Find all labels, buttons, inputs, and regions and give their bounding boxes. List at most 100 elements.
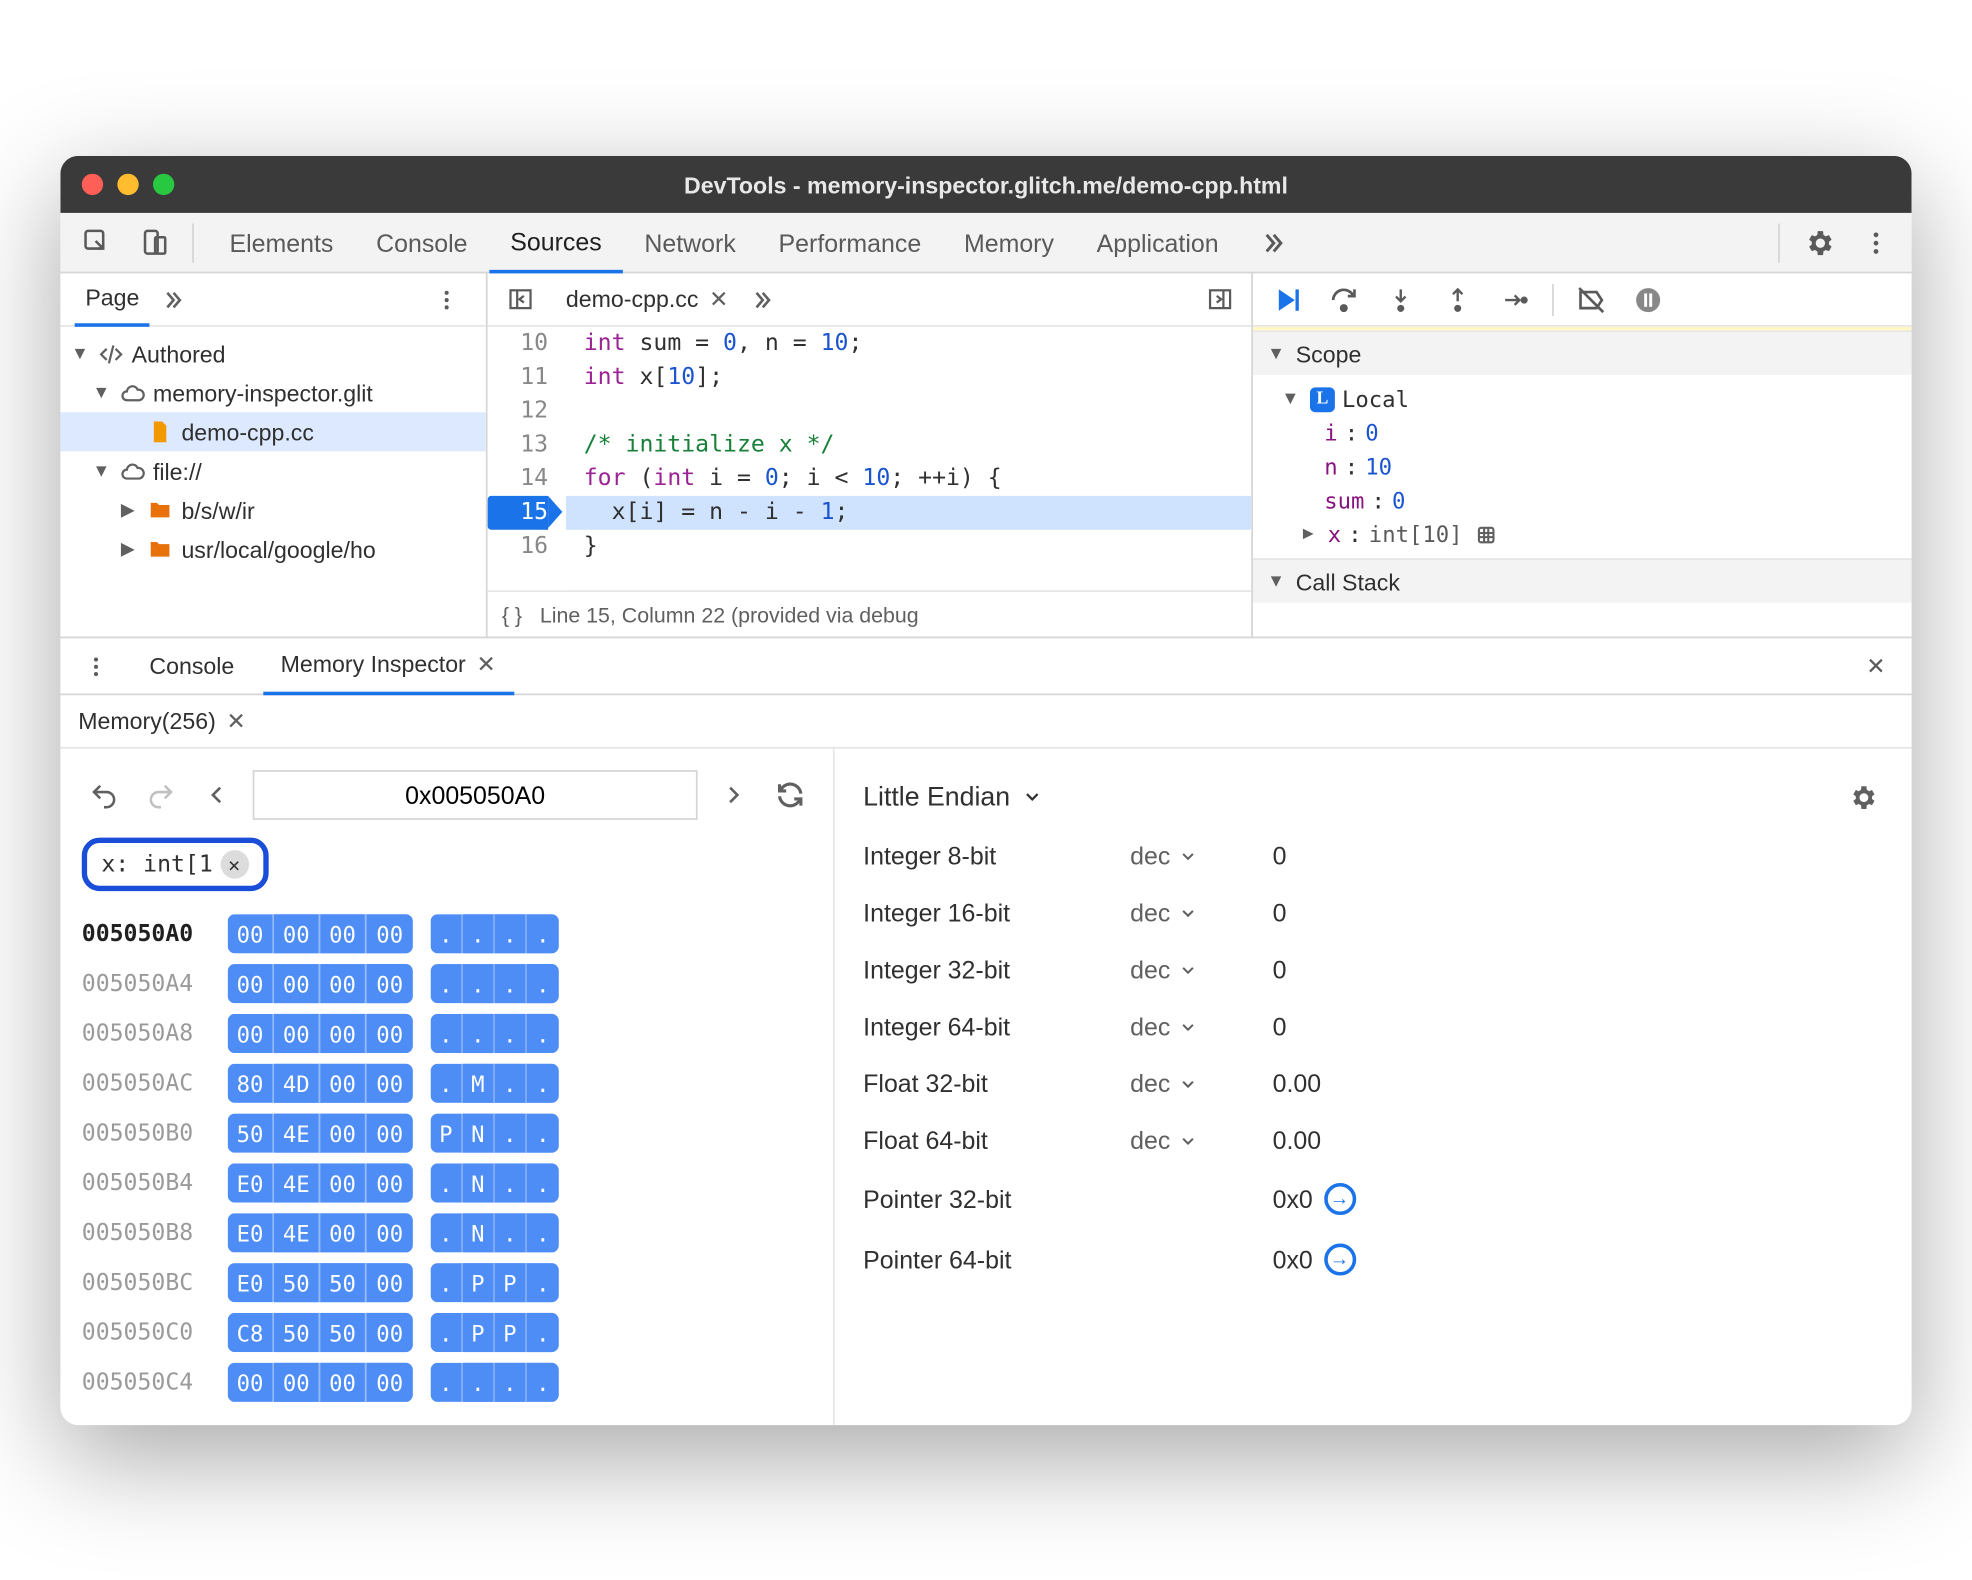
more-tabs-icon[interactable] [750,286,775,311]
hex-byte[interactable]: 00 [320,1362,366,1401]
kebab-menu-icon[interactable] [71,640,121,690]
ascii-byte[interactable]: P [495,1263,527,1302]
value-mode-select[interactable]: dec [1130,955,1272,983]
hex-row[interactable]: 005050B4E04E0000.N.. [82,1158,812,1208]
hex-byte[interactable]: 4E [274,1113,320,1152]
tab-performance[interactable]: Performance [757,212,942,273]
value-mode-select[interactable]: dec [1130,1012,1272,1040]
value-mode-select[interactable]: dec [1130,1126,1272,1154]
window-close-icon[interactable] [82,173,103,194]
hex-row[interactable]: 005050C400000000.... [82,1357,812,1407]
tab-network[interactable]: Network [623,212,757,273]
prev-page-icon[interactable] [196,773,239,816]
device-toggle-icon[interactable] [128,217,178,267]
ascii-byte[interactable]: . [527,914,559,953]
toggle-navigator-icon[interactable] [495,274,545,324]
callstack-header[interactable]: ▼Call Stack [1253,559,1912,602]
hex-byte[interactable]: 00 [274,1013,320,1052]
ascii-byte[interactable]: . [495,1163,527,1202]
next-page-icon[interactable] [712,773,755,816]
drawer-tab-console[interactable]: Console [132,637,253,694]
hex-byte[interactable]: 00 [320,1013,366,1052]
ascii-byte[interactable]: . [431,1063,463,1102]
ascii-byte[interactable]: . [431,1263,463,1302]
scope-row[interactable]: i: 0 [1285,415,1897,449]
undo-icon[interactable] [82,773,125,816]
refresh-icon[interactable] [769,773,812,816]
step-over-icon[interactable] [1324,279,1363,318]
kebab-menu-icon[interactable] [1851,217,1901,267]
ascii-byte[interactable]: . [527,1362,559,1401]
tab-memory[interactable]: Memory [943,212,1076,273]
ascii-byte[interactable]: . [527,1312,559,1351]
window-minimize-icon[interactable] [117,173,138,194]
tab-elements[interactable]: Elements [208,212,355,273]
code-editor[interactable]: 10 11 12 13 14 15 16 int sum = 0, n = 10… [488,326,1252,589]
close-icon[interactable]: ✕ [226,706,245,734]
ascii-byte[interactable]: . [527,1113,559,1152]
value-mode-select[interactable]: dec [1130,1069,1272,1097]
address-input[interactable] [253,770,698,820]
hex-byte[interactable]: 00 [274,964,320,1003]
hex-byte[interactable]: 00 [320,914,366,953]
ascii-byte[interactable]: P [431,1113,463,1152]
endianness-select[interactable]: Little Endian [863,781,1042,811]
inspect-icon[interactable] [71,217,121,267]
hex-byte[interactable]: 00 [274,914,320,953]
more-tabs-icon[interactable] [161,286,186,311]
hex-byte[interactable]: 50 [320,1312,366,1351]
tree-row-folder[interactable]: ▶ usr/local/google/ho [60,529,485,568]
ascii-byte[interactable]: P [463,1312,495,1351]
value-mode-select[interactable]: dec [1130,841,1272,869]
hex-byte[interactable]: 00 [367,1213,413,1252]
ascii-byte[interactable]: . [495,914,527,953]
drawer-tab-memory-inspector[interactable]: Memory Inspector ✕ [263,637,514,694]
hex-byte[interactable]: 00 [367,1063,413,1102]
ascii-byte[interactable]: . [527,1163,559,1202]
hex-byte[interactable]: 4D [274,1063,320,1102]
step-into-icon[interactable] [1381,279,1420,318]
hex-byte[interactable]: 00 [367,1163,413,1202]
resume-icon[interactable] [1267,279,1306,318]
toggle-debugger-icon[interactable] [1194,274,1244,324]
hex-row[interactable]: 005050C0C8505000.PP. [82,1307,812,1357]
memory-buffer-tab[interactable]: Memory(256) [78,707,216,734]
hex-byte[interactable]: 50 [274,1263,320,1302]
hex-row[interactable]: 005050B0504E0000PN.. [82,1108,812,1158]
memory-icon[interactable] [1473,521,1498,546]
ascii-byte[interactable]: P [463,1263,495,1302]
ascii-byte[interactable]: . [431,1213,463,1252]
hex-byte[interactable]: 00 [320,1113,366,1152]
navigator-tab-page[interactable]: Page [75,273,150,326]
hex-byte[interactable]: 00 [367,1263,413,1302]
hex-byte[interactable]: 00 [228,964,274,1003]
hex-byte[interactable]: 00 [228,1013,274,1052]
ascii-byte[interactable]: . [495,964,527,1003]
hex-byte[interactable]: 50 [320,1263,366,1302]
ascii-byte[interactable]: . [527,1013,559,1052]
redo-icon[interactable] [139,773,182,816]
pretty-print-icon[interactable]: { } [502,601,522,626]
hex-byte[interactable]: 00 [228,914,274,953]
scope-row[interactable]: sum: 0 [1285,483,1897,517]
ascii-byte[interactable]: N [463,1163,495,1202]
hex-row[interactable]: 005050B8E04E0000.N.. [82,1207,812,1257]
ascii-byte[interactable]: . [463,1362,495,1401]
ascii-byte[interactable]: . [431,1163,463,1202]
close-icon[interactable]: ✕ [1851,640,1901,690]
jump-to-address-icon[interactable]: → [1323,1243,1355,1275]
ascii-byte[interactable]: . [463,914,495,953]
hex-byte[interactable]: 00 [367,1312,413,1351]
close-icon[interactable]: ✕ [220,850,248,878]
hex-byte[interactable]: 00 [367,1113,413,1152]
hex-row[interactable]: 005050A000000000.... [82,908,812,958]
settings-icon[interactable] [1794,217,1844,267]
ascii-byte[interactable]: P [495,1312,527,1351]
ascii-byte[interactable]: . [527,1063,559,1102]
ascii-byte[interactable]: . [495,1063,527,1102]
hex-row[interactable]: 005050A400000000.... [82,958,812,1008]
scope-header[interactable]: ▼Scope [1253,332,1912,375]
ascii-byte[interactable]: . [495,1362,527,1401]
ascii-byte[interactable]: M [463,1063,495,1102]
tab-console[interactable]: Console [355,212,489,273]
